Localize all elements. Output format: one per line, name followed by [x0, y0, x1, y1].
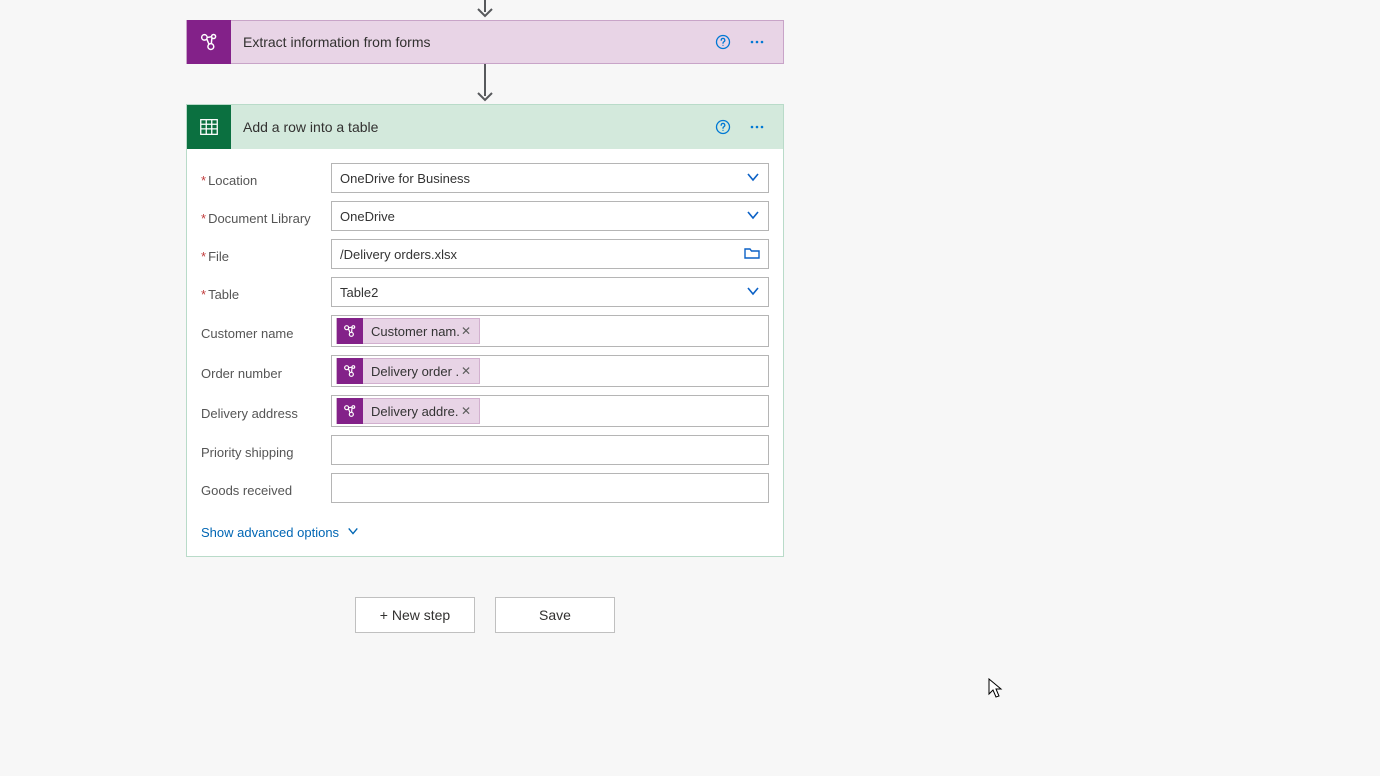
label-priority-shipping: Priority shipping [201, 441, 331, 460]
token-remove-icon[interactable]: ✕ [459, 364, 479, 378]
location-select[interactable]: OneDrive for Business [331, 163, 769, 193]
customer-name-input[interactable]: Customer nam... ✕ [331, 315, 769, 347]
dynamic-token[interactable]: Delivery order ... ✕ [336, 358, 480, 384]
table-select[interactable]: Table2 [331, 277, 769, 307]
help-icon[interactable] [709, 28, 737, 56]
label-goods-received: Goods received [201, 479, 331, 498]
ai-builder-icon [187, 20, 231, 64]
chevron-down-icon [746, 170, 760, 187]
label-table: *Table [201, 283, 331, 302]
more-icon[interactable] [743, 113, 771, 141]
flow-arrow [186, 0, 784, 20]
cursor-icon [988, 678, 1004, 698]
excel-icon [187, 105, 231, 149]
ai-builder-icon [337, 358, 363, 384]
token-remove-icon[interactable]: ✕ [459, 324, 479, 338]
priority-shipping-input[interactable] [331, 435, 769, 465]
save-button[interactable]: Save [495, 597, 615, 633]
flow-arrow [186, 64, 784, 104]
show-advanced-options[interactable]: Show advanced options [187, 515, 373, 556]
file-input[interactable]: /Delivery orders.xlsx [331, 239, 769, 269]
step-header[interactable]: Add a row into a table [187, 105, 783, 149]
label-file: *File [201, 245, 331, 264]
goods-received-input[interactable] [331, 473, 769, 503]
dynamic-token[interactable]: Customer nam... ✕ [336, 318, 480, 344]
label-delivery-address: Delivery address [201, 402, 331, 421]
chevron-down-icon [746, 284, 760, 301]
order-number-input[interactable]: Delivery order ... ✕ [331, 355, 769, 387]
more-icon[interactable] [743, 28, 771, 56]
ai-builder-icon [337, 318, 363, 344]
chevron-down-icon [746, 208, 760, 225]
label-document-library: *Document Library [201, 207, 331, 226]
document-library-select[interactable]: OneDrive [331, 201, 769, 231]
chevron-down-icon [347, 525, 359, 540]
step-extract-forms[interactable]: Extract information from forms [186, 20, 784, 64]
label-customer-name: Customer name [201, 322, 331, 341]
step-title: Extract information from forms [231, 34, 709, 50]
label-order-number: Order number [201, 362, 331, 381]
label-location: *Location [201, 169, 331, 188]
help-icon[interactable] [709, 113, 737, 141]
token-remove-icon[interactable]: ✕ [459, 404, 479, 418]
folder-icon[interactable] [744, 246, 760, 263]
delivery-address-input[interactable]: Delivery addre... ✕ [331, 395, 769, 427]
new-step-button[interactable]: + New step [355, 597, 475, 633]
ai-builder-icon [337, 398, 363, 424]
dynamic-token[interactable]: Delivery addre... ✕ [336, 398, 480, 424]
step-add-row: Add a row into a table *Location [186, 104, 784, 557]
step-title: Add a row into a table [231, 119, 709, 135]
